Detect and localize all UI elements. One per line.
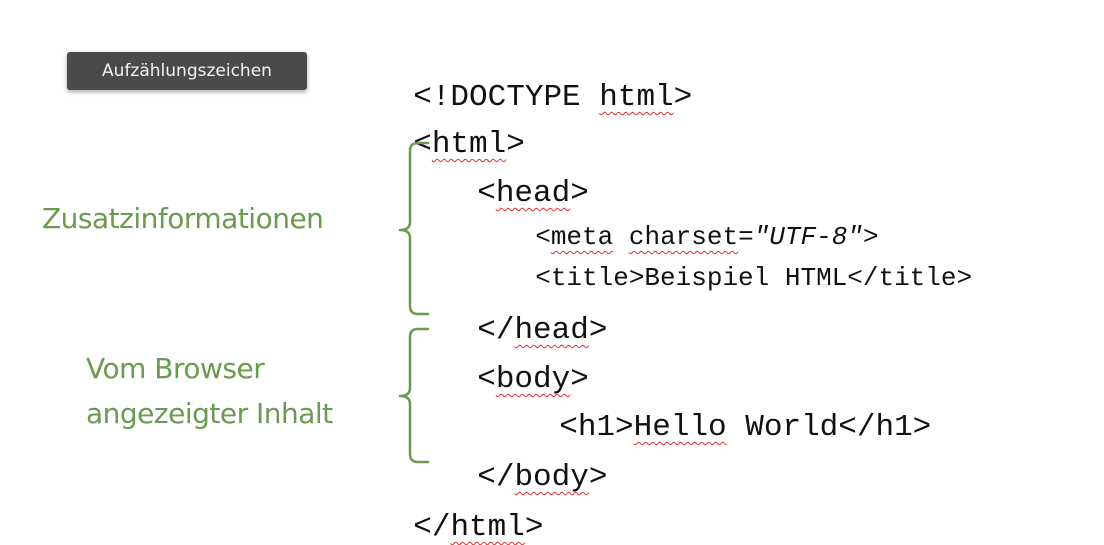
head-curly-brace — [398, 141, 430, 316]
body-annotation-label-line1: Vom Browser — [86, 352, 265, 385]
head-annotation-label: Zusatzinformationen — [42, 202, 324, 235]
body-annotation-label-line2: angezeigter Inhalt — [86, 397, 333, 430]
curly-braces — [398, 141, 430, 464]
body-curly-brace — [398, 327, 430, 464]
